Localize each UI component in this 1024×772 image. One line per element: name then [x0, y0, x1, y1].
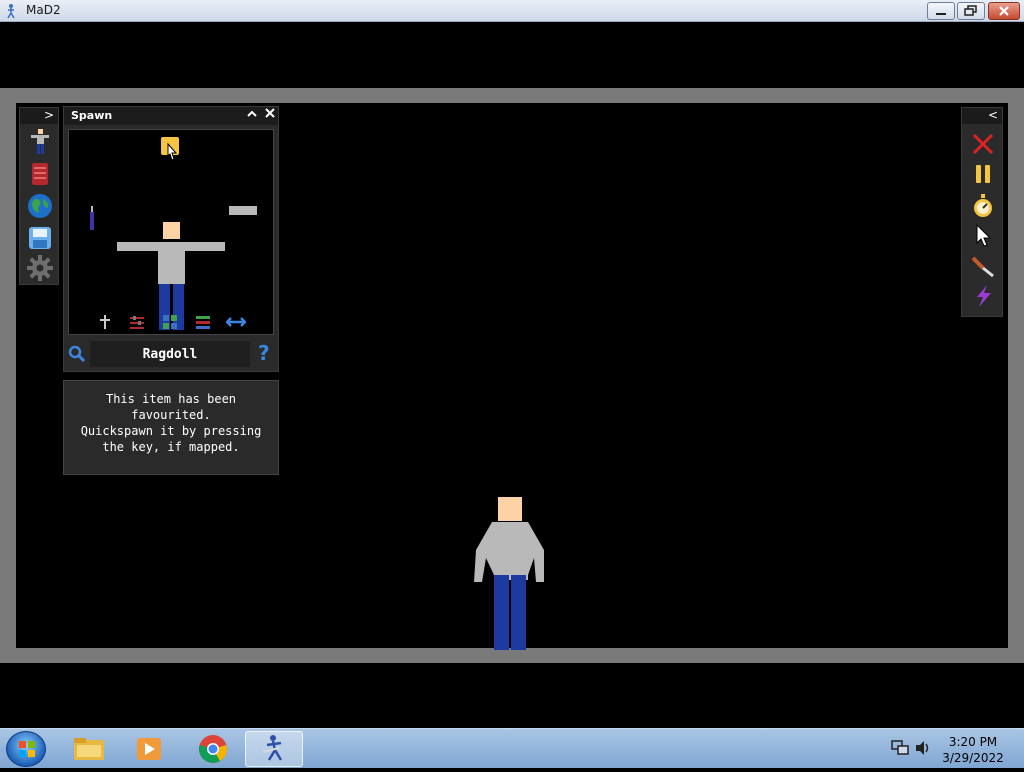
- delete-x-icon[interactable]: [968, 130, 998, 158]
- tooltip-line: the key, if mapped.: [102, 440, 240, 454]
- tooltip-line: This item has been: [105, 392, 237, 406]
- restore-icon: [958, 3, 984, 19]
- chevron-up-icon: [247, 110, 257, 117]
- mad2-icon[interactable]: [245, 731, 303, 767]
- search-icon[interactable]: [68, 345, 86, 363]
- tooltip-line: favourited.: [131, 408, 211, 422]
- search-row: Ragdoll ?: [64, 339, 280, 369]
- gear-icon[interactable]: [25, 254, 55, 282]
- world-ragdoll-head[interactable]: [498, 497, 522, 521]
- restore-button[interactable]: [957, 2, 985, 20]
- spawn-panel-title: Spawn: [71, 109, 113, 122]
- ragdoll-head: [163, 222, 180, 239]
- grid-icon[interactable]: [162, 314, 178, 330]
- minimize-button[interactable]: [927, 2, 955, 20]
- window-titlebar: MaD2: [0, 0, 1024, 22]
- pin-icon[interactable]: [97, 314, 113, 330]
- book-icon[interactable]: [25, 160, 55, 188]
- taskbar: 3:20 PM 3/29/2022: [0, 728, 1024, 768]
- cursor-icon[interactable]: [968, 222, 998, 250]
- spawn-close-button[interactable]: [262, 107, 278, 123]
- spawn-panel-header: Spawn: [64, 107, 278, 125]
- selected-item-name[interactable]: Ragdoll: [90, 341, 250, 367]
- windows-logo-icon: [19, 741, 35, 757]
- stack-icon[interactable]: [195, 314, 211, 330]
- help-icon[interactable]: ?: [258, 341, 270, 365]
- tooltip-line: Quickspawn it by pressing: [80, 424, 262, 438]
- collapse-button[interactable]: [244, 108, 260, 124]
- save-disk-icon[interactable]: [25, 224, 55, 252]
- left-toolbar-header: >: [20, 108, 58, 124]
- sliders-icon[interactable]: [129, 314, 145, 330]
- chrome-icon[interactable]: [184, 731, 242, 767]
- left-toolbar: >: [19, 107, 59, 285]
- network-icon[interactable]: [890, 739, 910, 757]
- close-icon: [989, 3, 1019, 19]
- favourite-tooltip: This item has been favourited. Quickspaw…: [63, 380, 279, 475]
- clock[interactable]: 3:20 PM 3/29/2022: [940, 734, 1006, 766]
- start-button[interactable]: [6, 731, 46, 767]
- lightning-icon[interactable]: [968, 282, 998, 310]
- favourite-icon[interactable]: [159, 136, 185, 164]
- right-toolbar-header: <: [962, 108, 1002, 124]
- media-player-icon[interactable]: [120, 731, 178, 767]
- collapse-toggle[interactable]: <: [988, 108, 998, 122]
- clock-time: 3:20 PM: [948, 735, 998, 749]
- pause-icon[interactable]: [968, 160, 998, 188]
- globe-icon[interactable]: [25, 192, 55, 220]
- spawn-panel: Spawn Ragdoll ?: [63, 106, 279, 372]
- syringe-icon: [90, 206, 94, 230]
- world-ragdoll-body[interactable]: [470, 520, 550, 650]
- expand-toggle[interactable]: >: [44, 108, 54, 122]
- close-button[interactable]: [988, 2, 1020, 20]
- stopwatch-icon[interactable]: [968, 192, 998, 220]
- clock-date: 3/29/2022: [942, 751, 1004, 765]
- volume-icon[interactable]: [914, 739, 932, 757]
- file-explorer-icon[interactable]: [60, 731, 118, 767]
- plank-item: [229, 206, 257, 215]
- spawn-ragdoll-icon[interactable]: [25, 128, 55, 156]
- app-icon: [7, 4, 15, 19]
- swap-arrows-icon[interactable]: [226, 315, 246, 329]
- right-toolbar: <: [961, 107, 1003, 317]
- minimize-icon: [928, 3, 954, 19]
- knife-icon[interactable]: [968, 252, 998, 280]
- window-title: MaD2: [26, 3, 61, 17]
- item-preview[interactable]: [68, 129, 274, 335]
- close-icon: [265, 108, 275, 118]
- ragdoll-torso: [158, 242, 185, 284]
